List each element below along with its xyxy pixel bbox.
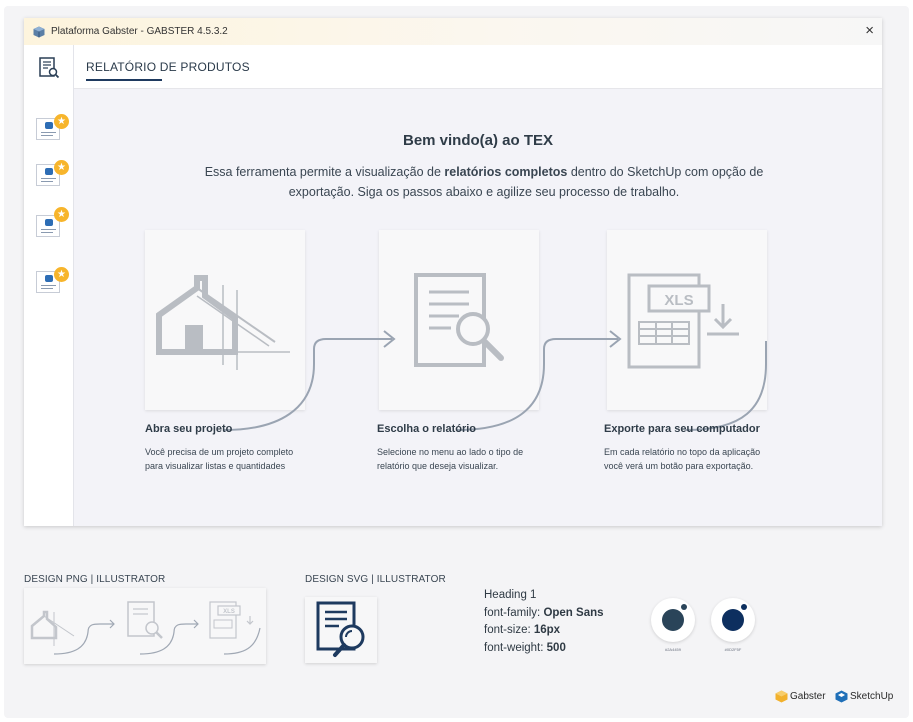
window-title: Plataforma Gabster - GABSTER 4.5.3.2	[51, 26, 228, 37]
png-preview: XLS	[24, 588, 266, 664]
app-window: Plataforma Gabster - GABSTER 4.5.3.2 × ★…	[24, 18, 882, 526]
sidebar-item-report-1[interactable]: ★	[36, 114, 72, 144]
star-icon: ★	[54, 267, 69, 282]
color-swatch-2	[711, 598, 755, 642]
swatch-dot	[722, 609, 744, 631]
svg-preview	[305, 597, 377, 663]
sidebar-item-report-3[interactable]: ★	[36, 207, 72, 237]
close-icon[interactable]: ×	[865, 22, 874, 40]
gabster-logo-icon	[775, 690, 788, 703]
swatch-dot	[662, 609, 684, 631]
gabster-app-icon	[33, 26, 45, 37]
font-weight-value: 500	[546, 641, 566, 654]
step-text-3: Em cada relatório no topo da aplicação vo…	[604, 447, 761, 471]
step-text-1: Você precisa de um projeto completo para …	[145, 447, 294, 471]
mini-xls-label: XLS	[223, 609, 235, 615]
report-header: RELATÓRIO DE PRODUTOS	[74, 45, 882, 89]
page-title[interactable]: RELATÓRIO DE PRODUTOS	[86, 60, 250, 74]
report-search-icon	[316, 601, 365, 657]
report-search-icon[interactable]	[38, 56, 60, 80]
sidebar: ★ ★ ★ ★	[24, 45, 74, 526]
font-family-value: Open Sans	[543, 606, 604, 619]
step-title-1: Abra seu projeto	[145, 423, 233, 435]
sidebar-item-report-2[interactable]: ★	[36, 160, 72, 190]
gabster-brand: Gabster	[775, 690, 826, 703]
welcome-panel: Bem vindo(a) ao TEX Essa ferramenta perm…	[74, 89, 882, 526]
sketchup-brand: SketchUp	[835, 690, 893, 703]
active-tab-underline	[86, 79, 162, 81]
star-icon: ★	[54, 114, 69, 129]
design-svg-label: DESIGN SVG | ILLUSTRATOR	[305, 574, 446, 585]
star-icon: ★	[54, 160, 69, 175]
typography-spec: Heading 1 font-family: Open Sans font-si…	[484, 589, 604, 654]
sidebar-item-report-4[interactable]: ★	[36, 267, 72, 297]
title-bar: Plataforma Gabster - GABSTER 4.5.3.2 ×	[24, 18, 882, 45]
step-text-2: Selecione no menu ao lado o tipo de relat…	[377, 447, 524, 471]
swatch-label-1: #2A4459	[664, 647, 681, 652]
star-icon: ★	[54, 207, 69, 222]
color-swatch-1	[651, 598, 695, 642]
typo-heading: Heading 1	[484, 589, 537, 601]
design-png-label: DESIGN PNG | ILLUSTRATOR	[24, 574, 166, 585]
swatch-label-2: #0D2F5F	[724, 647, 742, 652]
mini-steps-illustration: XLS	[26, 594, 261, 655]
sketchup-logo-icon	[835, 690, 848, 703]
step-title-3: Exporte para seu computador	[604, 423, 760, 435]
font-size-value: 16px	[533, 624, 561, 636]
step-title-2: Escolha o relatório	[377, 423, 477, 435]
